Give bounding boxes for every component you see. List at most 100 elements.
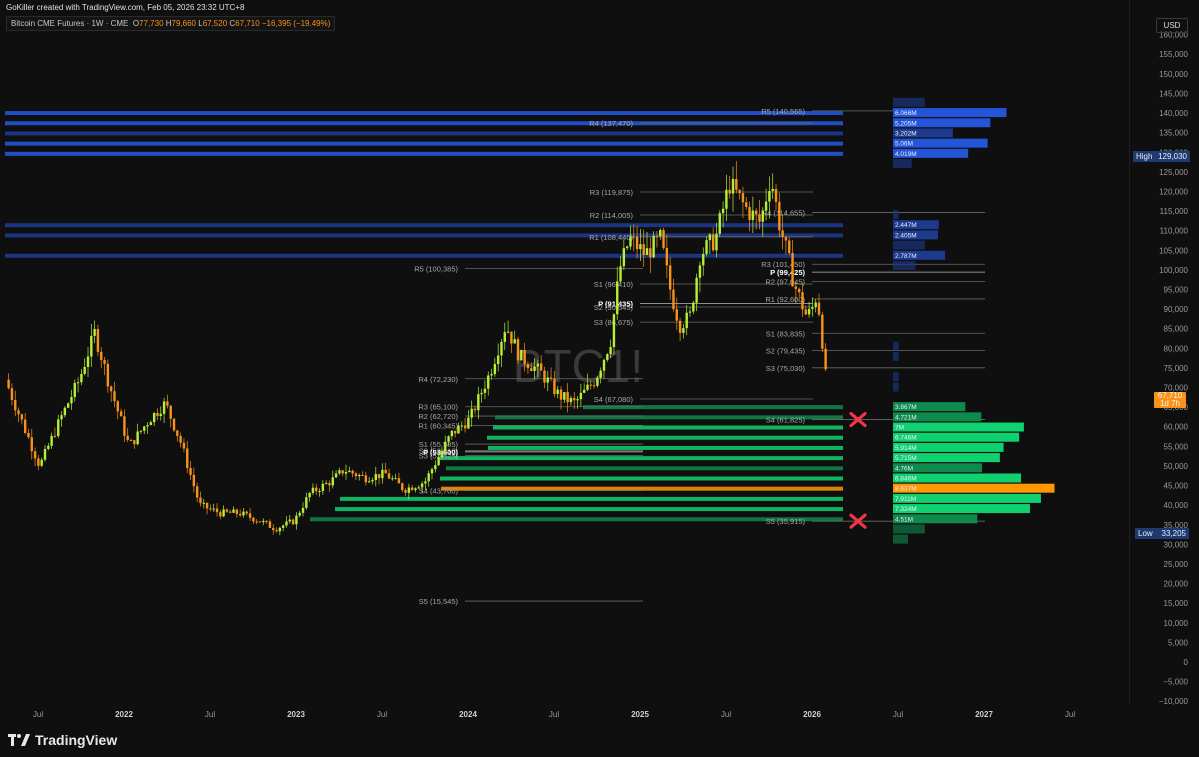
candle-body: [199, 497, 202, 504]
candle-body: [490, 374, 493, 376]
volume-profile-bar: [893, 382, 899, 392]
candle-body: [639, 244, 642, 250]
candle-body: [119, 411, 123, 417]
candle-body: [195, 486, 199, 498]
candle-body: [573, 397, 576, 401]
candle-body: [662, 230, 665, 248]
candle-body: [27, 432, 30, 438]
pivot-label: S3 (75,030): [766, 364, 806, 373]
symbol-watermark: BTC1!: [513, 340, 643, 392]
candle-body: [821, 314, 824, 349]
volume-profile-bar: [893, 97, 925, 107]
candle-body: [315, 487, 318, 492]
candle-body: [668, 265, 672, 290]
candle-body: [625, 246, 629, 249]
symbol-legend[interactable]: Bitcoin CME Futures · 1W · CME O77,730 H…: [6, 16, 336, 31]
bar-countdown: 1d 7h: [1159, 399, 1181, 408]
candle-body: [281, 525, 285, 528]
volume-profile-label: 5.06M: [895, 141, 913, 148]
candle-body: [401, 483, 404, 490]
y-axis-tick-label: 105,000: [1159, 246, 1188, 255]
candle-body: [377, 474, 381, 479]
candle-body: [20, 414, 24, 420]
candle-body: [17, 410, 20, 415]
candle-body: [371, 479, 374, 482]
candle-body: [516, 339, 520, 361]
currency-button[interactable]: USD: [1156, 18, 1188, 33]
candle-body: [374, 474, 377, 480]
candle-body: [682, 328, 685, 333]
volume-level-band: [487, 435, 843, 440]
volume-profile-label: 4.721M: [895, 414, 917, 421]
tradingview-logo[interactable]: TradingView: [8, 732, 117, 748]
candle-body: [675, 309, 678, 321]
x-axis-tick-label: 2023: [287, 710, 305, 719]
x-axis-tick-label: 2025: [631, 710, 649, 719]
volume-profile-bar: [893, 159, 912, 169]
candle-body: [202, 502, 205, 504]
volume-profile-label: 4.51M: [895, 516, 913, 523]
symbol-name: Bitcoin CME Futures · 1W · CME: [11, 19, 129, 28]
candle-body: [642, 244, 645, 255]
candle-body: [37, 458, 40, 466]
y-axis-tick-label: 155,000: [1159, 50, 1188, 59]
candle-body: [328, 483, 331, 486]
pivot-label: R4 (72,230): [418, 375, 458, 384]
candle-body: [751, 210, 755, 221]
candle-body: [391, 478, 394, 480]
candle-body: [579, 392, 583, 400]
candle-body: [205, 502, 209, 509]
candle-body: [209, 508, 212, 510]
candle-body: [420, 483, 424, 488]
candle-body: [530, 368, 533, 371]
pivot-label: S1 (83,835): [766, 329, 806, 338]
candle-body: [500, 341, 503, 356]
pivot-label: S2 (90,545): [594, 303, 634, 312]
candle-body: [718, 213, 721, 234]
candle-body: [791, 253, 794, 287]
candle-body: [556, 389, 559, 395]
change-value: −16,395 (−19.49%): [261, 19, 331, 28]
y-axis-tick-label: 15,000: [1164, 599, 1189, 608]
candle-body: [721, 208, 725, 214]
candle-body: [169, 405, 172, 419]
candle-body: [695, 277, 698, 303]
volume-level-band: [5, 253, 843, 258]
pivot-label: S4 (67,080): [594, 395, 634, 404]
candle-body: [291, 519, 295, 525]
volume-profile-label: 6.846M: [895, 475, 917, 482]
candle-body: [238, 513, 242, 516]
candle-body: [549, 377, 553, 379]
volume-profile-bar: [893, 483, 1055, 493]
candle-body: [659, 230, 662, 237]
candle-body: [616, 281, 619, 315]
y-axis-tick-label: −5,000: [1163, 678, 1188, 687]
candle-body: [758, 214, 761, 222]
candle-body: [139, 430, 143, 432]
pivot-label: R2 (62,720): [418, 412, 458, 421]
pivot-label: R2 (114,005): [590, 211, 634, 220]
candle-body: [14, 399, 17, 411]
price-chart[interactable]: BTC1! R5 (100,385) R4 (72,230) R3 (65,100)…: [0, 0, 1199, 757]
candle-body: [338, 470, 341, 474]
candle-body: [93, 329, 96, 336]
volume-profile-label: 5.205M: [895, 120, 917, 127]
candle-body: [606, 354, 609, 360]
candle-body: [797, 288, 801, 293]
candle-body: [331, 477, 334, 486]
y-axis-tick-label: 145,000: [1159, 89, 1188, 98]
candle-body: [470, 408, 473, 418]
candle-body: [83, 366, 86, 374]
candle-body: [612, 314, 616, 348]
candle-body: [410, 487, 414, 491]
candle-body: [447, 436, 450, 442]
y-axis-tick-label: 85,000: [1164, 325, 1189, 334]
candle-body: [453, 430, 457, 434]
y-axis-tick-label: 115,000: [1160, 207, 1189, 216]
x-axis-tick-label: 2027: [975, 710, 993, 719]
y-axis-tick-label: 80,000: [1164, 344, 1189, 353]
candle-body: [745, 202, 748, 207]
pivot-label: R3 (119,875): [590, 188, 634, 197]
candle-body: [546, 377, 549, 383]
candle-body: [298, 512, 301, 516]
